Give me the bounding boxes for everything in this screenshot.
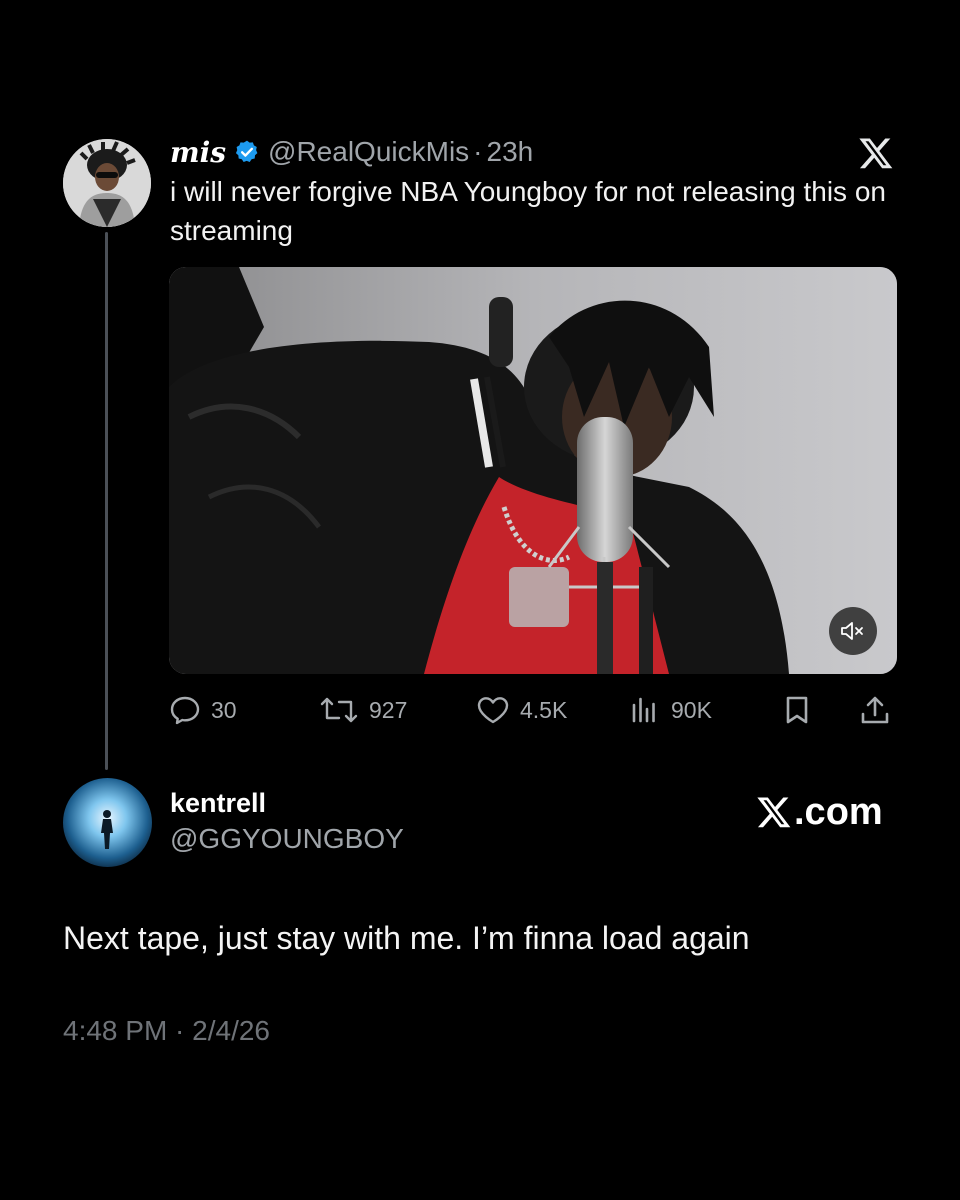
views-button[interactable]: 90K	[629, 690, 712, 730]
quoted-tweet-header: mis @RealQuickMis · 23h	[170, 134, 533, 170]
like-count: 4.5K	[520, 696, 568, 723]
repost-button[interactable]: 927	[319, 690, 407, 730]
tweet-actions: 30 927 4.5K 90K	[169, 690, 897, 730]
mute-icon	[841, 622, 863, 640]
avatar-mis[interactable]	[63, 139, 151, 227]
tweet-timestamp[interactable]: 4:48 PM · 2/4/26	[63, 1015, 270, 1047]
quoted-author-handle[interactable]: @RealQuickMis	[268, 136, 469, 168]
x-com-text: .com	[794, 790, 883, 833]
like-icon	[477, 697, 509, 724]
reply-icon	[170, 696, 200, 725]
reply-button[interactable]: 30	[169, 690, 237, 730]
bookmark-button[interactable]	[783, 690, 821, 730]
avatar-kentrell[interactable]	[63, 778, 152, 867]
repost-count: 927	[369, 696, 408, 723]
thread-line	[105, 232, 108, 770]
views-icon	[632, 697, 655, 723]
quoted-tweet-time[interactable]: 23h	[487, 136, 534, 168]
quoted-tweet-text: i will never forgive NBA Youngboy for no…	[170, 176, 886, 246]
mute-button[interactable]	[829, 607, 877, 655]
share-icon	[861, 696, 889, 724]
x-com-watermark: .com	[756, 790, 883, 834]
reply-count: 30	[211, 696, 237, 723]
quoted-author-name[interactable]: mis	[170, 136, 226, 169]
separator-dot: ·	[473, 136, 483, 167]
views-count: 90K	[671, 696, 712, 723]
tweet-text: Next tape, just stay with me. I’m finna …	[63, 920, 750, 956]
like-button[interactable]: 4.5K	[476, 690, 567, 730]
author-name[interactable]: kentrell	[170, 788, 266, 819]
x-logo-icon	[757, 797, 791, 828]
x-logo-icon[interactable]	[858, 135, 894, 171]
share-button[interactable]	[859, 690, 901, 730]
repost-icon	[320, 697, 358, 723]
bookmark-icon	[786, 696, 808, 724]
video-thumbnail[interactable]	[169, 267, 897, 674]
verified-icon	[235, 140, 258, 162]
author-handle[interactable]: @GGYOUNGBOY	[170, 823, 404, 855]
